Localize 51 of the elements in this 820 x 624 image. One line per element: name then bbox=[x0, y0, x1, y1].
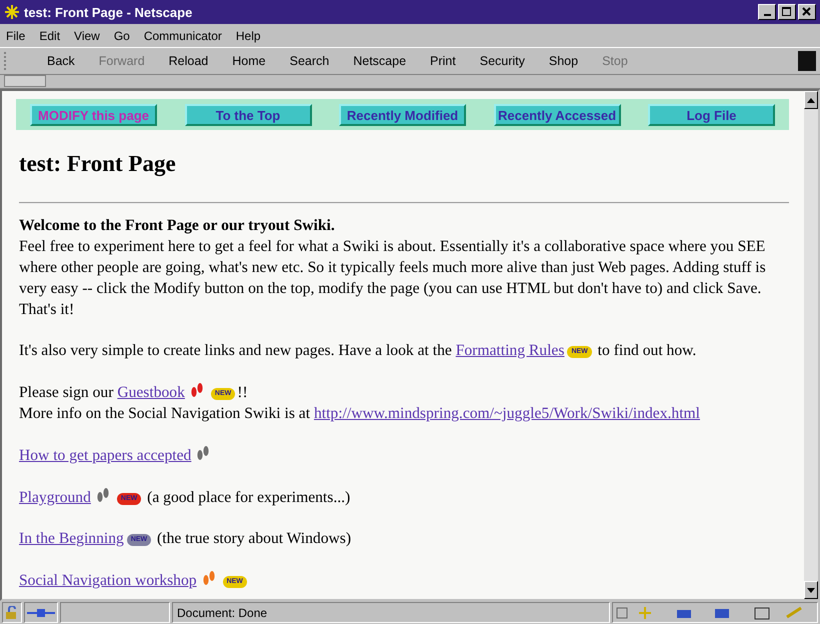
toolbar-button[interactable]: Reload bbox=[158, 54, 220, 68]
menu-item[interactable]: Go bbox=[114, 28, 130, 42]
nav-button[interactable]: Recently Modified bbox=[339, 104, 466, 126]
star-icon bbox=[4, 4, 20, 20]
body-text: (the true story about Windows) bbox=[156, 530, 352, 547]
nav-button[interactable]: To the Top bbox=[184, 104, 312, 126]
logo-icon bbox=[798, 51, 816, 71]
toolbar-button[interactable]: Netscape bbox=[342, 54, 418, 68]
link[interactable]: How to get papers accepted bbox=[19, 447, 192, 464]
menu-item[interactable]: View bbox=[74, 28, 100, 42]
menu-item[interactable]: Help bbox=[236, 28, 261, 42]
body-text: More info on the Social Navigation Swiki is at bbox=[19, 405, 312, 422]
menu-item[interactable]: Communicator bbox=[144, 28, 222, 42]
body-text: to find out how. bbox=[596, 342, 696, 359]
status-text: Document: Done bbox=[172, 602, 610, 623]
toolbar-button[interactable]: Back bbox=[36, 54, 86, 68]
nav-button[interactable]: Recently Accessed bbox=[494, 104, 620, 126]
window-title: test: Front Page - Netscape bbox=[24, 4, 194, 20]
lock-icon bbox=[2, 602, 22, 623]
up-arrow-icon bbox=[807, 98, 815, 102]
down-arrow-icon bbox=[807, 588, 815, 592]
body-text: It's also very simple to create links and new pages. Have a look at the bbox=[19, 342, 453, 359]
link[interactable]: Social Navigation workshop bbox=[19, 572, 197, 589]
minimize-button[interactable] bbox=[758, 4, 776, 20]
maximize-button[interactable] bbox=[778, 4, 796, 20]
body-text: Feel free to experiment here to get a feel for what a Swiki is about. Essentially it's a collaborative space where you SEE where other people are going, what's new etc. So it typically feels much more alive than just Web pages. Adding stuff is very easy -- click the Modify button on the top, modify the page (you can use HTML but don't have to) and click Save. That's it! bbox=[19, 238, 766, 318]
body-text: (a good place for experiments...) bbox=[146, 489, 350, 506]
toolbar-button[interactable]: Search bbox=[278, 54, 340, 68]
maximize-icon bbox=[782, 7, 792, 17]
menu-item[interactable]: File bbox=[6, 28, 26, 42]
close-icon bbox=[802, 7, 812, 17]
scrollbar[interactable] bbox=[804, 91, 818, 599]
toolbar-button[interactable]: Print bbox=[419, 54, 467, 68]
location-toggle[interactable] bbox=[4, 75, 46, 87]
link[interactable]: In the Beginning bbox=[19, 530, 124, 547]
connection-icon bbox=[24, 602, 58, 623]
page-heading: test: Front Page bbox=[19, 150, 177, 178]
link[interactable]: http://www.mindspring.com/~juggle5/Work/Swiki/index.html bbox=[314, 405, 700, 422]
link[interactable]: Playground bbox=[19, 489, 91, 506]
link[interactable]: Guestbook bbox=[117, 384, 185, 401]
toolbar-button[interactable]: Home bbox=[221, 54, 277, 68]
nav-button[interactable]: Log File bbox=[648, 104, 775, 126]
body-text: Please sign our bbox=[19, 384, 114, 401]
body-text: !! bbox=[237, 384, 248, 401]
menu-item[interactable]: Edit bbox=[39, 28, 60, 42]
welcome-text: Welcome to the Front Page or our tryout Swiki. bbox=[19, 217, 335, 234]
toolbar-button[interactable]: Security bbox=[468, 54, 536, 68]
link[interactable]: Formatting Rules bbox=[456, 342, 564, 359]
close-button[interactable] bbox=[798, 4, 816, 20]
toolbar-button[interactable]: Shop bbox=[538, 54, 590, 68]
minimize-icon bbox=[764, 14, 770, 16]
